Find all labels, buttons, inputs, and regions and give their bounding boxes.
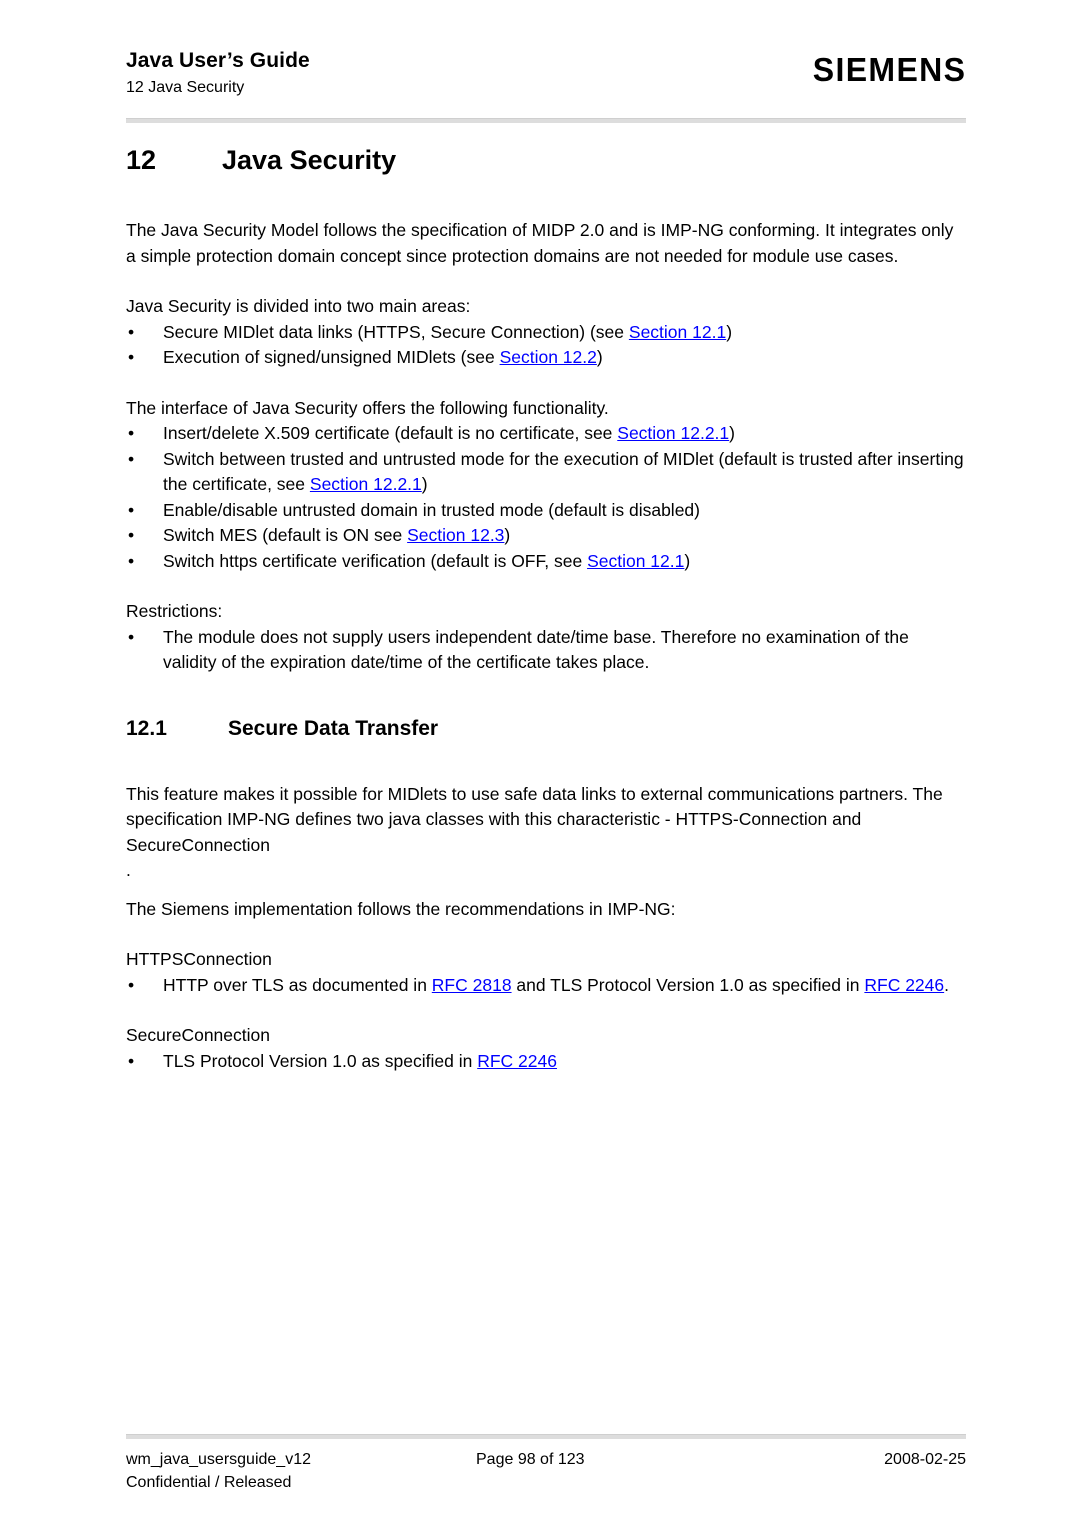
https-connection-heading: HTTPSConnection [126,949,272,969]
list-item: • Enable/disable untrusted domain in tru… [126,498,966,524]
list-item-text-part-1: TLS Protocol Version 1.0 as specified in [163,1050,478,1071]
section-link[interactable]: Section 12.3 [407,525,504,545]
functionality-list: • Insert/delete X.509 certificate (defau… [126,421,966,574]
stray-period: . [126,860,131,880]
list-item: • Insert/delete X.509 certificate (defau… [126,421,966,447]
list-item: • Switch https certificate verification … [126,549,966,575]
list-item-text-part-1: HTTP over TLS as documented in [163,974,432,995]
footer-page-number: Page 98 of 123 [476,1451,585,1468]
header-divider [126,118,966,123]
secure-connection-list: • TLS Protocol Version 1.0 as specified … [126,1049,966,1075]
intro-paragraph: The Java Security Model follows the spec… [126,220,954,266]
list-item: • The module does not supply users indep… [126,625,966,676]
list-item: • Execution of signed/unsigned MIDlets (… [126,345,966,371]
list-item-text-before: Switch https certificate verification (d… [163,550,588,571]
list-item-text-part-3: . [944,974,950,995]
section-paragraph-1: This feature makes it possible for MIDle… [126,783,943,855]
footer-doc-id: wm_java_usersguide_v12 [126,1451,311,1468]
rfc-link[interactable]: RFC 2246 [477,1051,557,1071]
page-footer: wm_java_usersguide_v12 Page 98 of 123 20… [126,1448,966,1494]
bullet-icon: • [128,1050,135,1071]
list-item-text-before: Switch between trusted and untrusted mod… [163,448,964,495]
bullet-icon: • [128,448,135,469]
section-paragraph-2: The Siemens implementation follows the r… [126,898,676,919]
list-item-text-after: ) [421,474,428,494]
section-link[interactable]: Section 12.2 [500,347,597,367]
section-link[interactable]: Section 12.2.1 [310,474,422,494]
bullet-icon: • [128,525,135,545]
bullet-icon: • [128,974,135,995]
bullet-icon: • [128,550,135,571]
areas-lead: Java Security is divided into two main a… [126,296,471,316]
footer-row-primary: wm_java_usersguide_v12 Page 98 of 123 20… [126,1448,966,1471]
section-link[interactable]: Section 12.2.1 [617,423,729,443]
document-body: 12 Java Security The Java Security Model… [126,140,966,1074]
document-page: Java User’s Guide 12 Java Security SIEME… [0,0,1080,1528]
bullet-icon: • [128,626,135,647]
section-link[interactable]: Section 12.1 [587,551,684,571]
chapter-title: Java Security [222,145,397,175]
list-item-text-before: Execution of signed/unsigned MIDlets (se… [163,347,500,367]
chapter-heading: 12 Java Security [126,140,966,180]
list-item-text-before: Enable/disable untrusted domain in trust… [163,499,700,520]
secure-connection-heading: SecureConnection [126,1025,270,1045]
list-item: • HTTP over TLS as documented in RFC 281… [126,973,966,999]
list-item: • TLS Protocol Version 1.0 as specified … [126,1049,966,1075]
list-item: • Secure MIDlet data links (HTTPS, Secur… [126,320,966,346]
list-item-text-after: ) [726,321,733,342]
footer-date: 2008-02-25 [884,1451,966,1468]
section-number: 12.1 [126,716,167,740]
list-item-text-after: ) [684,550,691,571]
list-item: • Switch between trusted and untrusted m… [126,447,966,498]
section-heading-12-1: 12.1 Secure Data Transfer [126,714,966,744]
list-item-text-before: Switch MES (default is ON see [163,525,408,545]
list-item-text-part-2: and TLS Protocol Version 1.0 as specifie… [511,974,865,995]
list-item: • Switch MES (default is ON see Section … [126,523,966,549]
rfc-link[interactable]: RFC 2246 [864,975,944,995]
footer-row-secondary: Confidential / Released [126,1471,966,1494]
list-item-text-before: The module does not supply users indepen… [163,626,909,673]
footer-classification: Confidential / Released [126,1474,292,1491]
chapter-number: 12 [126,145,157,175]
list-item-text-before: Insert/delete X.509 certificate (default… [163,423,618,443]
list-item-text-after: ) [596,347,603,367]
list-item-text-after: ) [729,423,735,443]
bullet-icon: • [128,423,135,443]
bullet-icon: • [128,499,135,520]
list-item-text-before: Secure MIDlet data links (HTTPS, Secure … [163,321,629,342]
rfc-link[interactable]: RFC 2818 [432,975,512,995]
functionality-lead: The interface of Java Security offers th… [126,397,609,418]
bullet-icon: • [128,321,135,342]
footer-divider [126,1434,966,1439]
restrictions-lead: Restrictions: [126,601,223,621]
section-link[interactable]: Section 12.1 [629,322,726,342]
areas-list: • Secure MIDlet data links (HTTPS, Secur… [126,320,966,371]
siemens-logo: SIEMENS [812,51,966,88]
restrictions-list: • The module does not supply users indep… [126,625,966,676]
section-title: Secure Data Transfer [228,716,439,740]
list-item-text-after: ) [504,525,511,545]
bullet-icon: • [128,347,135,367]
https-connection-list: • HTTP over TLS as documented in RFC 281… [126,973,966,999]
